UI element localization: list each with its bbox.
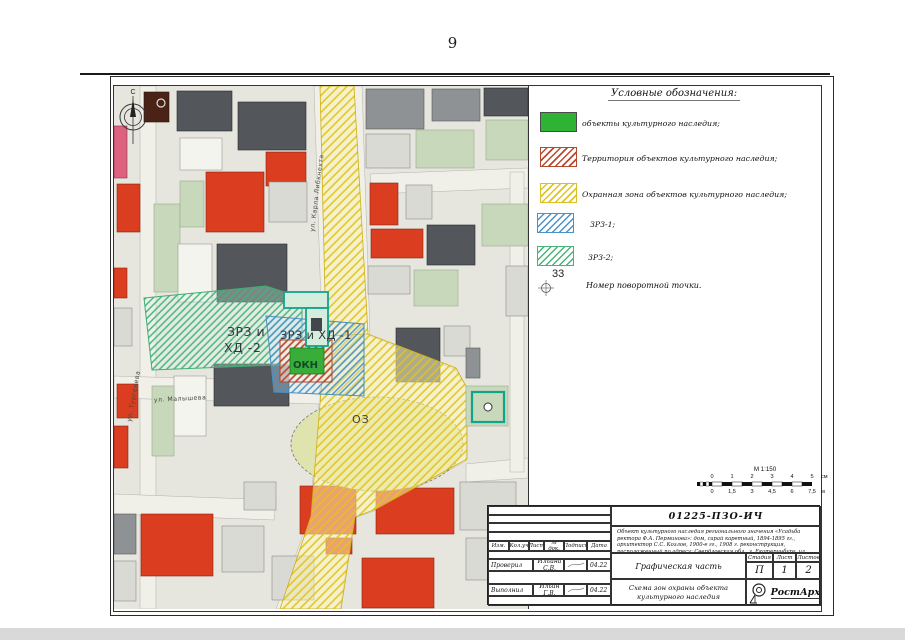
revision-row-empty xyxy=(488,506,611,515)
revision-row-empty xyxy=(488,532,611,541)
map-svg: С ЗРЗ и ХД -2 ЗРЗ и ХД -1 ОКН ОЗ ул. Кар… xyxy=(114,86,528,609)
legend-swatch-heritage-object xyxy=(540,112,577,132)
scanned-page: 9 xyxy=(0,0,905,640)
signature-checked xyxy=(564,559,587,571)
col-header-ndok: № док. xyxy=(544,541,564,551)
zone-label-oz: ОЗ xyxy=(352,413,370,426)
name-performed: Ильин Г.В. xyxy=(533,584,564,596)
scale-unit-m: м xyxy=(821,489,825,495)
scale-bar: М 1:150 0 1 2 3 4 5 см 0 1,5 xyxy=(695,466,837,504)
zone-label-zrz-hd2-line2: ХД -2 xyxy=(224,340,261,355)
legend-swatch-territory xyxy=(540,147,577,167)
grid-row-empty xyxy=(488,571,611,584)
section-title: Графическая часть xyxy=(611,553,746,579)
sheet-value: 1 xyxy=(773,562,796,579)
compass-north-label: С xyxy=(130,89,135,96)
sheets-header: Листов xyxy=(796,553,821,562)
stage-value: П xyxy=(746,562,773,579)
col-header-izm: Изм. xyxy=(488,541,509,551)
zone-label-zrz-hd1: ЗРЗ и ХД -1 xyxy=(280,328,352,342)
scale-tick: 1 xyxy=(725,474,739,480)
company-logo: РостАрх xyxy=(746,579,821,606)
date-checked: 04.22 xyxy=(587,559,611,571)
col-header-podpis: Подпись xyxy=(564,541,587,551)
legend-label-zrz1: ЗРЗ-1; xyxy=(590,220,615,229)
title-block: Изм. Кол.уч Лист № док. Подпись Дата Про… xyxy=(487,505,820,605)
legend-label-heritage-object: объекты культурного наследия; xyxy=(582,119,720,128)
zone-label-zrz-hd2-line1: ЗРЗ и xyxy=(227,324,265,339)
legend-point-number: 33 xyxy=(552,268,564,280)
rostarh-logo-icon xyxy=(747,582,769,604)
name-checked: Ильина С.В. xyxy=(533,559,564,571)
legend-label-zrz2: ЗРЗ-2; xyxy=(588,253,613,262)
grid-row-empty xyxy=(488,596,611,606)
object-description: Объект культурного наследия региональног… xyxy=(611,526,821,553)
revision-row-empty xyxy=(488,523,611,532)
scale-tick-m: 3 xyxy=(745,489,759,495)
col-header-koluch: Кол.уч xyxy=(509,541,529,551)
scale-ruler xyxy=(695,481,837,487)
turning-point-icon xyxy=(538,280,554,296)
sheets-value: 2 xyxy=(796,562,821,579)
legend-swatch-protection-zone xyxy=(540,183,577,203)
scale-tick: 4 xyxy=(785,474,799,480)
page-number: 9 xyxy=(0,34,905,52)
role-checked: Проверил xyxy=(488,559,533,571)
scale-unit-cm: см xyxy=(821,474,828,480)
scale-tick: 3 xyxy=(765,474,779,480)
legend-label-territory: Территория объектов культурного наследия… xyxy=(582,154,777,163)
legend-point-label: Номер поворотной точки. xyxy=(586,281,701,290)
legend-panel: Условные обозначения: объекты культурног… xyxy=(530,88,822,468)
col-header-list: Лист xyxy=(529,541,544,551)
grid-row-empty xyxy=(488,551,611,559)
document-number: 01225-ПЗО-ИЧ xyxy=(611,506,821,526)
legend-label-protection-zone: Охранная зона объектов культурного насле… xyxy=(582,190,787,199)
scale-tick: 5 xyxy=(805,474,819,480)
poi-marker xyxy=(466,386,508,426)
legend-title: Условные обозначения: xyxy=(608,88,740,101)
col-header-data: Дата xyxy=(587,541,611,551)
scale-tick-m: 7,5 xyxy=(805,489,819,495)
stage-header: Стадия xyxy=(746,553,773,562)
scale-tick-m: 0 xyxy=(705,489,719,495)
date-performed: 04.22 xyxy=(587,584,611,596)
legend-swatch-zrz1 xyxy=(537,213,574,233)
map-area: С ЗРЗ и ХД -2 ЗРЗ и ХД -1 ОКН ОЗ ул. Кар… xyxy=(114,86,529,609)
sheet-title: Схема зон охраны объекта культурного нас… xyxy=(611,579,746,606)
header-rule xyxy=(80,73,830,75)
scale-tick-m: 6 xyxy=(785,489,799,495)
scale-tick: 2 xyxy=(745,474,759,480)
scale-tick-m: 1,5 xyxy=(725,489,739,495)
scan-edge-strip xyxy=(0,628,905,640)
legend-swatch-zrz2 xyxy=(537,246,574,266)
scale-tick: 0 xyxy=(705,474,719,480)
company-name: РостАрх xyxy=(771,587,820,599)
revision-row-empty xyxy=(488,515,611,523)
sheet-header: Лист xyxy=(773,553,796,562)
scale-title: М 1:150 xyxy=(715,466,815,473)
scale-tick-m: 4,5 xyxy=(765,489,779,495)
signature-performed xyxy=(564,584,587,596)
zone-label-okn: ОКН xyxy=(293,360,318,371)
role-performed: Выполнил xyxy=(488,584,533,596)
